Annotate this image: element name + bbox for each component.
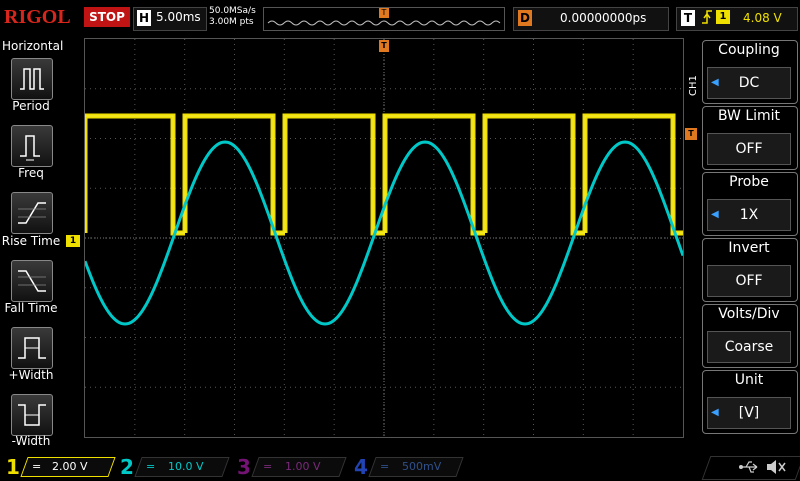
- invert-title: Invert: [728, 240, 770, 256]
- memory-depth: 3.00M pts: [209, 17, 254, 27]
- trigger-time-marker[interactable]: T: [379, 40, 389, 52]
- positive-width-label: +Width: [8, 368, 54, 382]
- period-label: Period: [12, 99, 50, 113]
- timebase-letter: H: [137, 10, 151, 26]
- timebase-value: 5.00ms: [156, 10, 201, 24]
- negative-width-icon: [18, 404, 46, 426]
- ch1-square-waveform: [85, 113, 683, 236]
- period-button[interactable]: [11, 58, 53, 100]
- ch2-scale: 10.0 V: [168, 460, 204, 473]
- left-arrow-icon: ◀: [711, 209, 719, 220]
- acquisition-info: 50.0MSa/s 3.00M pts: [209, 6, 256, 28]
- positive-width-icon: [18, 337, 46, 359]
- delay-value: 0.00000000ps: [560, 11, 647, 25]
- ch1-coupling-symbol: =: [32, 460, 42, 473]
- rise-time-icon: [18, 202, 46, 224]
- negative-width-button[interactable]: [11, 394, 53, 436]
- ch2-coupling-symbol: =: [146, 460, 156, 473]
- invert-value: OFF: [707, 265, 791, 297]
- unit-title: Unit: [734, 372, 764, 388]
- negative-width-label: -Width: [11, 434, 51, 448]
- bw-limit-value: OFF: [707, 133, 791, 165]
- freq-label: Freq: [18, 166, 44, 180]
- rise-time-label: Rise Time: [1, 234, 61, 248]
- positive-width-button[interactable]: [11, 327, 53, 369]
- ch3-number[interactable]: 3: [237, 456, 251, 478]
- fall-time-button[interactable]: [11, 260, 53, 302]
- waveform-display[interactable]: [84, 38, 684, 438]
- volts-div-value: Coarse: [707, 331, 791, 363]
- rise-time-button[interactable]: [11, 192, 53, 234]
- ch1-ground-marker[interactable]: 1: [66, 235, 80, 247]
- trigger-letter: T: [681, 10, 695, 26]
- coupling-title: Coupling: [718, 42, 780, 58]
- fall-time-label: Fall Time: [4, 301, 58, 315]
- freq-button[interactable]: [11, 125, 53, 167]
- trigger-position-marker: T: [379, 8, 389, 18]
- trigger-source: 1: [716, 10, 730, 24]
- ch2-number[interactable]: 2: [120, 456, 134, 478]
- trigger-level-marker[interactable]: T: [685, 128, 697, 140]
- menu-title: Horizontal: [2, 39, 64, 53]
- ch4-scale: 500mV: [402, 460, 442, 473]
- period-icon: [20, 68, 44, 90]
- delay-letter: D: [518, 10, 532, 26]
- probe-value: ◀ 1X: [707, 199, 791, 231]
- sample-rate: 50.0MSa/s: [209, 6, 256, 16]
- ch4-number[interactable]: 4: [354, 456, 368, 478]
- ch3-scale: 1.00 V: [285, 460, 321, 473]
- speaker-muted-icon[interactable]: [764, 457, 788, 481]
- coupling-value: ◀ DC: [707, 67, 791, 99]
- rising-edge-icon: [700, 9, 714, 29]
- probe-title: Probe: [729, 174, 769, 190]
- volts-div-title: Volts/Div: [718, 306, 780, 322]
- bw-limit-title: BW Limit: [717, 108, 781, 124]
- frequency-icon: [20, 135, 40, 161]
- trigger-level: 4.08 V: [743, 11, 782, 25]
- ch3-coupling-symbol: =: [263, 460, 273, 473]
- fall-time-icon: [18, 270, 46, 292]
- ch1-number[interactable]: 1: [6, 456, 20, 478]
- channel-label: CH1: [688, 75, 699, 96]
- brand-logo: RIGOL: [4, 6, 71, 28]
- ch1-scale: 2.00 V: [52, 460, 88, 473]
- run-stop-indicator[interactable]: STOP: [84, 7, 130, 27]
- usb-icon: [738, 458, 760, 480]
- ch4-coupling-symbol: =: [380, 460, 390, 473]
- graticule: [85, 39, 683, 437]
- left-arrow-icon: ◀: [711, 407, 719, 418]
- unit-value: ◀ [V]: [707, 397, 791, 429]
- left-arrow-icon: ◀: [711, 77, 719, 88]
